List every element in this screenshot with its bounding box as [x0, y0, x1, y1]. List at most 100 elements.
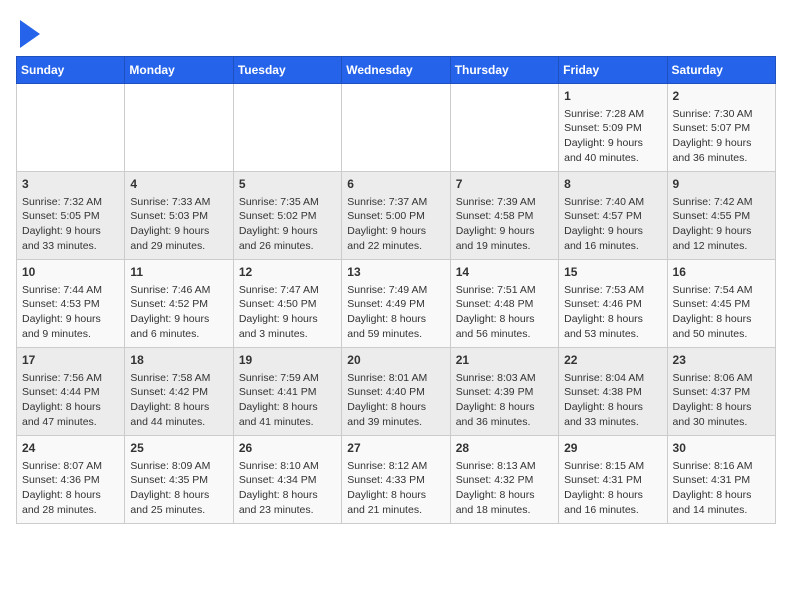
- day-number: 24: [22, 440, 119, 457]
- day-info: Sunrise: 7:49 AM Sunset: 4:49 PM Dayligh…: [347, 283, 444, 342]
- day-info: Sunrise: 8:01 AM Sunset: 4:40 PM Dayligh…: [347, 371, 444, 430]
- day-info: Sunrise: 8:13 AM Sunset: 4:32 PM Dayligh…: [456, 459, 553, 518]
- calendar-cell: [17, 84, 125, 172]
- day-info: Sunrise: 8:09 AM Sunset: 4:35 PM Dayligh…: [130, 459, 227, 518]
- calendar-table: SundayMondayTuesdayWednesdayThursdayFrid…: [16, 56, 776, 524]
- day-number: 2: [673, 88, 770, 105]
- page-header: [16, 16, 776, 48]
- calendar-cell: 23 Sunrise: 8:06 AM Sunset: 4:37 PM Dayli…: [667, 348, 775, 436]
- calendar-cell: 12Sunrise: 7:47 AM Sunset: 4:50 PM Dayli…: [233, 260, 341, 348]
- day-info: Sunrise: 7:35 AM Sunset: 5:02 PM Dayligh…: [239, 195, 336, 254]
- day-number: 19: [239, 352, 336, 369]
- day-number: 28: [456, 440, 553, 457]
- calendar-week-row: 1Sunrise: 7:28 AM Sunset: 5:09 PM Daylig…: [17, 84, 776, 172]
- col-header-friday: Friday: [559, 57, 667, 84]
- calendar-cell: 5 Sunrise: 7:35 AM Sunset: 5:02 PM Daylig…: [233, 172, 341, 260]
- day-number: 22: [564, 352, 661, 369]
- day-info: Sunrise: 7:46 AM Sunset: 4:52 PM Dayligh…: [130, 283, 227, 342]
- day-number: 5: [239, 176, 336, 193]
- day-info: Sunrise: 7:47 AM Sunset: 4:50 PM Dayligh…: [239, 283, 336, 342]
- calendar-cell: 9Sunrise: 7:42 AM Sunset: 4:55 PM Daylig…: [667, 172, 775, 260]
- calendar-cell: 20 Sunrise: 8:01 AM Sunset: 4:40 PM Dayli…: [342, 348, 450, 436]
- col-header-sunday: Sunday: [17, 57, 125, 84]
- day-number: 27: [347, 440, 444, 457]
- day-info: Sunrise: 7:51 AM Sunset: 4:48 PM Dayligh…: [456, 283, 553, 342]
- calendar-cell: 25 Sunrise: 8:09 AM Sunset: 4:35 PM Dayli…: [125, 436, 233, 524]
- calendar-cell: 22 Sunrise: 8:04 AM Sunset: 4:38 PM Dayli…: [559, 348, 667, 436]
- calendar-cell: [342, 84, 450, 172]
- calendar-cell: [233, 84, 341, 172]
- calendar-cell: 16 Sunrise: 7:54 AM Sunset: 4:45 PM Dayli…: [667, 260, 775, 348]
- day-number: 16: [673, 264, 770, 281]
- day-info: Sunrise: 8:03 AM Sunset: 4:39 PM Dayligh…: [456, 371, 553, 430]
- day-number: 26: [239, 440, 336, 457]
- day-number: 23: [673, 352, 770, 369]
- calendar-cell: 3 Sunrise: 7:32 AM Sunset: 5:05 PM Daylig…: [17, 172, 125, 260]
- day-info: Sunrise: 8:06 AM Sunset: 4:37 PM Dayligh…: [673, 371, 770, 430]
- day-number: 15: [564, 264, 661, 281]
- calendar-cell: 29 Sunrise: 8:15 AM Sunset: 4:31 PM Dayli…: [559, 436, 667, 524]
- calendar-cell: 13 Sunrise: 7:49 AM Sunset: 4:49 PM Dayli…: [342, 260, 450, 348]
- day-info: Sunrise: 7:37 AM Sunset: 5:00 PM Dayligh…: [347, 195, 444, 254]
- logo: [16, 16, 40, 48]
- day-info: Sunrise: 7:56 AM Sunset: 4:44 PM Dayligh…: [22, 371, 119, 430]
- calendar-cell: 4Sunrise: 7:33 AM Sunset: 5:03 PM Daylig…: [125, 172, 233, 260]
- calendar-cell: 15 Sunrise: 7:53 AM Sunset: 4:46 PM Dayli…: [559, 260, 667, 348]
- calendar-header-row: SundayMondayTuesdayWednesdayThursdayFrid…: [17, 57, 776, 84]
- day-number: 20: [347, 352, 444, 369]
- calendar-cell: [125, 84, 233, 172]
- calendar-week-row: 10 Sunrise: 7:44 AM Sunset: 4:53 PM Dayli…: [17, 260, 776, 348]
- day-number: 3: [22, 176, 119, 193]
- calendar-cell: 8 Sunrise: 7:40 AM Sunset: 4:57 PM Daylig…: [559, 172, 667, 260]
- day-number: 6: [347, 176, 444, 193]
- day-info: Sunrise: 8:16 AM Sunset: 4:31 PM Dayligh…: [673, 459, 770, 518]
- day-number: 10: [22, 264, 119, 281]
- day-info: Sunrise: 7:59 AM Sunset: 4:41 PM Dayligh…: [239, 371, 336, 430]
- col-header-saturday: Saturday: [667, 57, 775, 84]
- day-number: 25: [130, 440, 227, 457]
- calendar-cell: 7 Sunrise: 7:39 AM Sunset: 4:58 PM Daylig…: [450, 172, 558, 260]
- day-number: 18: [130, 352, 227, 369]
- day-number: 30: [673, 440, 770, 457]
- day-info: Sunrise: 8:10 AM Sunset: 4:34 PM Dayligh…: [239, 459, 336, 518]
- col-header-tuesday: Tuesday: [233, 57, 341, 84]
- calendar-cell: 18Sunrise: 7:58 AM Sunset: 4:42 PM Dayli…: [125, 348, 233, 436]
- day-number: 21: [456, 352, 553, 369]
- calendar-week-row: 3 Sunrise: 7:32 AM Sunset: 5:05 PM Daylig…: [17, 172, 776, 260]
- day-info: Sunrise: 8:15 AM Sunset: 4:31 PM Dayligh…: [564, 459, 661, 518]
- day-number: 7: [456, 176, 553, 193]
- calendar-cell: 28 Sunrise: 8:13 AM Sunset: 4:32 PM Dayli…: [450, 436, 558, 524]
- col-header-thursday: Thursday: [450, 57, 558, 84]
- calendar-cell: 10 Sunrise: 7:44 AM Sunset: 4:53 PM Dayli…: [17, 260, 125, 348]
- day-info: Sunrise: 7:28 AM Sunset: 5:09 PM Dayligh…: [564, 107, 661, 166]
- col-header-wednesday: Wednesday: [342, 57, 450, 84]
- day-info: Sunrise: 7:53 AM Sunset: 4:46 PM Dayligh…: [564, 283, 661, 342]
- day-info: Sunrise: 7:40 AM Sunset: 4:57 PM Dayligh…: [564, 195, 661, 254]
- day-info: Sunrise: 8:07 AM Sunset: 4:36 PM Dayligh…: [22, 459, 119, 518]
- day-number: 8: [564, 176, 661, 193]
- calendar-cell: 21 Sunrise: 8:03 AM Sunset: 4:39 PM Dayli…: [450, 348, 558, 436]
- calendar-cell: 24 Sunrise: 8:07 AM Sunset: 4:36 PM Dayli…: [17, 436, 125, 524]
- day-number: 4: [130, 176, 227, 193]
- calendar-cell: 11 Sunrise: 7:46 AM Sunset: 4:52 PM Dayli…: [125, 260, 233, 348]
- day-info: Sunrise: 7:30 AM Sunset: 5:07 PM Dayligh…: [673, 107, 770, 166]
- day-number: 14: [456, 264, 553, 281]
- day-info: Sunrise: 7:32 AM Sunset: 5:05 PM Dayligh…: [22, 195, 119, 254]
- day-info: Sunrise: 7:44 AM Sunset: 4:53 PM Dayligh…: [22, 283, 119, 342]
- day-info: Sunrise: 8:04 AM Sunset: 4:38 PM Dayligh…: [564, 371, 661, 430]
- day-number: 11: [130, 264, 227, 281]
- day-number: 13: [347, 264, 444, 281]
- day-info: Sunrise: 8:12 AM Sunset: 4:33 PM Dayligh…: [347, 459, 444, 518]
- col-header-monday: Monday: [125, 57, 233, 84]
- day-number: 29: [564, 440, 661, 457]
- calendar-cell: 27 Sunrise: 8:12 AM Sunset: 4:33 PM Dayli…: [342, 436, 450, 524]
- calendar-cell: [450, 84, 558, 172]
- day-info: Sunrise: 7:42 AM Sunset: 4:55 PM Dayligh…: [673, 195, 770, 254]
- calendar-week-row: 24 Sunrise: 8:07 AM Sunset: 4:36 PM Dayli…: [17, 436, 776, 524]
- calendar-cell: 26 Sunrise: 8:10 AM Sunset: 4:34 PM Dayli…: [233, 436, 341, 524]
- calendar-cell: 1Sunrise: 7:28 AM Sunset: 5:09 PM Daylig…: [559, 84, 667, 172]
- logo-arrow-icon: [20, 20, 40, 48]
- day-info: Sunrise: 7:39 AM Sunset: 4:58 PM Dayligh…: [456, 195, 553, 254]
- day-number: 17: [22, 352, 119, 369]
- day-info: Sunrise: 7:54 AM Sunset: 4:45 PM Dayligh…: [673, 283, 770, 342]
